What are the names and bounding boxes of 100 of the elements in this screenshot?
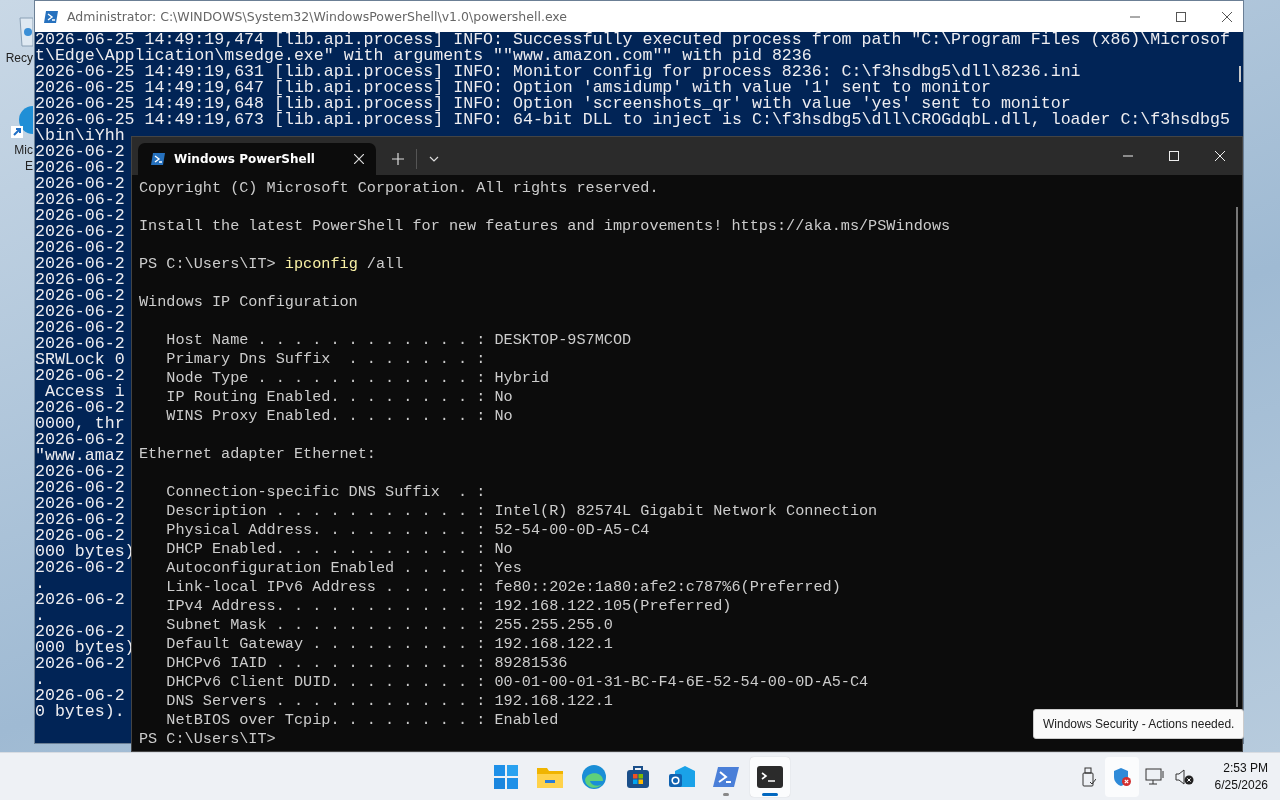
desktop-icon-label: Recy — [5, 50, 33, 66]
console-line: 2026-06-2 — [35, 526, 125, 545]
edge-shortcut-icon[interactable] — [11, 104, 33, 140]
terminal-line: Install the latest PowerShell for new features and improvements! https://aka.ms/PSWindows — [139, 217, 951, 235]
terminal-line: WINS Proxy Enabled. . . . . . . . : No — [165, 407, 513, 425]
scrollbar[interactable] — [1236, 207, 1238, 707]
terminal-line: DHCPv6 IAID . . . . . . . . . . . : 89281536 — [165, 654, 568, 672]
console-line: . — [35, 606, 45, 625]
terminal-line: IPv4 Address. . . . . . . . . . . : 192.168.122.105(Preferred) — [165, 597, 732, 615]
console-line: 2026-06-25 14:49:19,648 [lib.api.process] INFO: Option 'screenshots_qr' with value 'yes' sent to monitor — [35, 94, 1071, 113]
time-text: 2:53 PM — [1223, 759, 1268, 777]
console-line: "www.amaz — [35, 446, 125, 465]
terminal-line: Description . . . . . . . . . . . : Intel(R) 82574L Gigabit Network Connection — [165, 502, 878, 520]
console-line: 2026-06-25 14:49:19,647 [lib.api.process] INFO: Option 'amsidump' with value '1' sent to monitor — [35, 78, 991, 97]
powershell-icon — [713, 765, 739, 788]
console-line: 2026-06-2 — [35, 158, 125, 177]
console-line: 2026-06-2 — [35, 238, 125, 257]
console-line: . — [35, 670, 45, 689]
console-line: 2026-06-2 — [35, 430, 125, 449]
shield-warning-icon — [1111, 766, 1132, 787]
volume-muted-icon — [1174, 767, 1195, 786]
notification-tooltip[interactable]: Windows Security - Actions needed. — [1033, 709, 1245, 739]
powershell-icon — [150, 151, 166, 167]
clock[interactable]: 2:53 PM 6/25/2026 — [1214, 759, 1268, 794]
notification-text: Windows Security - Actions needed. — [1043, 717, 1235, 731]
powershell-icon — [43, 8, 59, 25]
console-line: 2026-06-2 — [35, 590, 125, 609]
console-line: 2026-06-2 — [35, 286, 125, 305]
prompt-text: PS C:\Users\IT> — [139, 255, 276, 273]
console-line: 0000, thr — [35, 414, 125, 433]
recycle-bin-icon[interactable] — [19, 14, 33, 48]
windows-logo-icon — [494, 764, 518, 789]
new-tab-icon[interactable] — [392, 153, 404, 165]
console-line: 2026-06-2 — [35, 302, 125, 321]
console-line: 2026-06-2 — [35, 558, 125, 577]
close-icon[interactable] — [1221, 10, 1233, 23]
date-text: 6/25/2026 — [1214, 776, 1268, 794]
prompt-text: PS C:\Users\IT> — [139, 730, 276, 748]
console-line: 2026-06-2 — [35, 206, 125, 225]
terminal-line: DNS Servers . . . . . . . . . . . : 192.168.122.1 — [165, 692, 613, 710]
terminal-line: Primary Dns Suffix . . . . . . . : — [165, 350, 486, 368]
terminal-line: Ethernet adapter Ethernet: — [139, 445, 376, 463]
terminal-line: Windows IP Configuration — [139, 293, 358, 311]
terminal-line: Default Gateway . . . . . . . . . : 192.168.122.1 — [165, 635, 613, 653]
edge-browser-icon — [581, 763, 607, 790]
console-line: 2026-06-2 — [35, 686, 125, 705]
console-line: 000 bytes) — [35, 542, 135, 561]
terminal-line: Host Name . . . . . . . . . . . . : DESKTOP-9S7MCOD — [165, 331, 632, 349]
terminal-line: Connection-specific DNS Suffix . : — [165, 483, 486, 501]
desktop-icon-label: Mic — [14, 142, 33, 158]
terminal-line: Copyright (C) Microsoft Corporation. All rights reserved. — [139, 179, 659, 197]
terminal-line: Subnet Mask . . . . . . . . . . . : 255.255.255.0 — [165, 616, 613, 634]
console-line: 2026-06-2 — [35, 270, 125, 289]
console-line: 2026-06-2 — [35, 622, 125, 641]
terminal-line: Node Type . . . . . . . . . . . . : Hybrid — [165, 369, 550, 387]
maximize-icon[interactable] — [1175, 10, 1187, 23]
console-line: 2026-06-2 — [35, 334, 125, 353]
store-bag-icon — [626, 764, 650, 789]
console-line: 2026-06-2 — [35, 654, 125, 673]
console-line: 2026-06-25 14:49:19,673 [lib.api.process] INFO: 64-bit DLL to inject is C:\f3hsdbg5\dll\CROGdqbL.dll, loader C:\f3hsdbg5 — [35, 110, 1230, 129]
console-line: 2026-06-2 — [35, 510, 125, 529]
console-line: 2026-06-2 — [35, 254, 125, 273]
terminal-line: Autoconfiguration Enabled . . . . : Yes — [165, 559, 522, 577]
console-line: 2026-06-2 — [35, 366, 125, 385]
console-line: 2026-06-2 — [35, 494, 125, 513]
console-line: 2026-06-2 — [35, 462, 125, 481]
console-line: 2026-06-2 — [35, 318, 125, 337]
command-text: ipconfig — [284, 255, 358, 273]
console-line: 2026-06-25 14:49:19,474 [lib.api.process] INFO: Successfully executed process from path "C:\Program Files (x86)\Microsof — [35, 30, 1230, 49]
folder-icon — [537, 765, 563, 788]
console-line: 2026-06-2 — [35, 398, 125, 417]
console-line: 2026-06-2 — [35, 222, 125, 241]
terminal-tab[interactable]: Windows PowerShell — [138, 143, 376, 175]
network-monitor-icon — [1144, 767, 1165, 786]
console-line: 2026-06-2 — [35, 190, 125, 209]
close-tab-icon[interactable] — [354, 154, 364, 164]
console-line: Access i — [43, 382, 125, 401]
usb-drive-icon — [1081, 766, 1096, 787]
terminal-line: NetBIOS over Tcpip. . . . . . . . : Enabled — [165, 711, 559, 729]
terminal-line: IP Routing Enabled. . . . . . . . : No — [165, 388, 513, 406]
console-line: 000 bytes) — [35, 638, 135, 657]
terminal-line: DHCPv6 Client DUID. . . . . . . . : 00-01-00-01-31-BC-F4-6E-52-54-00-0D-A5-C4 — [165, 673, 869, 691]
console-line: t\Edge\Application\msedge.exe" with arguments ""www.amazon.com"" with pid 8236 — [35, 46, 812, 65]
terminal-line: Physical Address. . . . . . . . . : 52-54-00-0D-A5-C4 — [165, 521, 650, 539]
mail-app-icon — [669, 764, 695, 789]
desktop-icon-label: E — [25, 158, 33, 174]
terminal-icon — [757, 765, 783, 788]
dropdown-caret-icon[interactable] — [429, 156, 439, 162]
taskbar-button[interactable] — [750, 756, 790, 797]
console-line: \bin\iYhh — [35, 126, 125, 145]
console-line: 2026-06-2 — [35, 478, 125, 497]
console-line: 2026-06-25 14:49:19,631 [lib.api.process] INFO: Monitor config for process 8236: C:\f3hsdbg5\dll\8236.ini — [35, 62, 1081, 81]
window-title: Administrator: C:\WINDOWS\System32\WindowsPowerShell\v1.0\powershell.exe — [67, 9, 568, 24]
scrollbar-thumb[interactable] — [1239, 66, 1241, 82]
terminal-line: Link-local IPv6 Address . . . . . : fe80::202e:1a80:afe2:c787%6(Preferred) — [165, 578, 841, 596]
console-line: 2026-06-2 — [35, 174, 125, 193]
console-line: 0 bytes). — [35, 702, 125, 721]
console-line: . — [35, 574, 45, 593]
terminal-line: DHCP Enabled. . . . . . . . . . . : No — [165, 540, 513, 558]
console-line: SRWLock 0 — [35, 350, 125, 369]
